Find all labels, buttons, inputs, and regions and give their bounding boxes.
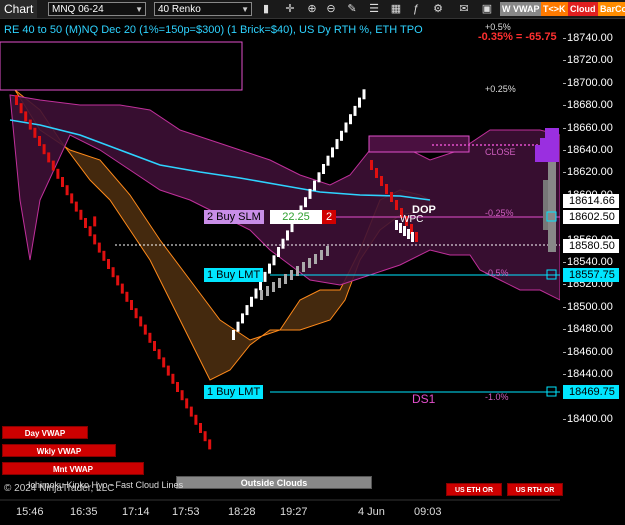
x-tick-label: 4 Jun — [358, 506, 385, 518]
x-tick-label: 09:03 — [414, 506, 442, 518]
ds1-annotation: DS1 — [412, 392, 435, 406]
zone-box-right — [369, 136, 469, 152]
pct-level: -1.0% — [485, 392, 509, 402]
screenshot-icon[interactable]: ▣ — [480, 2, 494, 16]
x-tick-label: 18:28 — [228, 506, 256, 518]
y-tick-label: 18440.00 — [567, 368, 623, 380]
properties-icon[interactable]: ✉ — [457, 2, 471, 16]
zoom-in-icon[interactable]: ⊕ — [305, 2, 319, 16]
zone-box-top — [0, 42, 242, 90]
y-tick-label: 18700.00 — [567, 77, 623, 89]
daily-change: -0.35% = -65.75 — [478, 31, 557, 43]
kumo-cloud-magenta — [10, 95, 560, 300]
y-tick-label: 18720.00 — [567, 54, 623, 66]
ichimoku-label: Ichimoku Kinko Hyo - Fast Cloud Lines — [28, 480, 183, 490]
buy-slm-qty-badge[interactable]: 2 — [322, 210, 336, 224]
y-tick-label: 18540.00 — [567, 256, 623, 268]
chart-trader-icon[interactable]: ▦ — [389, 2, 403, 16]
x-tick-label: 17:14 — [122, 506, 150, 518]
y-tick-label: 18740.00 — [567, 32, 623, 44]
zoom-out-icon[interactable]: ⊖ — [324, 2, 338, 16]
chevron-down-icon: ▼ — [135, 3, 143, 17]
price-marker: 18469.75 — [563, 385, 619, 399]
instrument-value: MNQ 06-24 — [52, 4, 104, 15]
x-tick-label: 19:27 — [280, 506, 308, 518]
buy-slm-order-label[interactable]: 2 Buy SLM — [204, 210, 264, 224]
layers-icon[interactable]: ☰ — [367, 2, 381, 16]
price-marker: 18602.50 — [563, 210, 619, 224]
mnt-vwap-button[interactable]: Mnt VWAP — [2, 462, 144, 475]
us-rth-or-button[interactable]: US RTH OR — [507, 483, 563, 496]
cloud-button[interactable]: Cloud — [568, 2, 598, 16]
us-eth-or-button[interactable]: US ETH OR — [446, 483, 502, 496]
x-tick-label: 15:46 — [16, 506, 44, 518]
chevron-down-icon: ▼ — [241, 3, 249, 17]
price-marker: 18580.50 — [563, 239, 619, 253]
pct-level: +0.25% — [485, 84, 516, 94]
price-marker: 18614.66 — [563, 194, 619, 208]
x-tick-label: 17:53 — [172, 506, 200, 518]
wpc-annotation: WPC — [400, 214, 423, 225]
y-tick-label: 18640.00 — [567, 144, 623, 156]
pct-level: -0.5% — [485, 268, 509, 278]
y-tick-label: 18460.00 — [567, 346, 623, 358]
price-marker: 18557.75 — [563, 268, 619, 282]
day-vwap-button[interactable]: Day VWAP — [2, 426, 88, 439]
barcolor-button[interactable]: BarCo — [598, 2, 625, 16]
buy-lmt-order-label-1[interactable]: 1 Buy LMT — [204, 268, 263, 282]
crosshair-icon[interactable]: ✛ — [283, 2, 297, 16]
outside-clouds-button[interactable]: Outside Clouds — [176, 476, 372, 489]
tk-button[interactable]: T<>K — [541, 2, 568, 16]
w-vwap-button[interactable]: W VWAP — [500, 2, 542, 16]
chart-info-line: RE 40 to 50 (M)NQ Dec 20 (1%=150p=$300) … — [4, 24, 423, 36]
x-tick-label: 16:35 — [70, 506, 98, 518]
buy-lmt-order-label-2[interactable]: 1 Buy LMT — [204, 385, 263, 399]
buy-slm-price-input[interactable]: 22.25 — [270, 210, 322, 224]
bar-type-value: 40 Renko — [158, 4, 201, 15]
close-label: CLOSE — [485, 147, 516, 157]
chart-toolbar: Chart MNQ 06-24 ▼ 40 Renko ▼ ▮ ✛ ⊕ ⊖ ✎ ☰ ▦… — [0, 0, 625, 19]
indicators-icon[interactable]: ƒ — [409, 2, 423, 16]
y-tick-label: 18400.00 — [567, 413, 623, 425]
bar-type-selector[interactable]: 40 Renko ▼ — [154, 2, 252, 16]
strategies-icon[interactable]: ⚙ — [431, 2, 445, 16]
y-tick-label: 18480.00 — [567, 323, 623, 335]
bars-icon[interactable]: ▮ — [259, 2, 273, 16]
y-tick-label: 18660.00 — [567, 122, 623, 134]
drawing-tools-icon[interactable]: ✎ — [345, 2, 359, 16]
y-tick-label: 18620.00 — [567, 166, 623, 178]
instrument-selector[interactable]: MNQ 06-24 ▼ — [48, 2, 146, 16]
pct-level: -0.25% — [485, 208, 514, 218]
tab-chart[interactable]: Chart — [0, 0, 37, 18]
y-tick-label: 18680.00 — [567, 99, 623, 111]
y-tick-label: 18500.00 — [567, 301, 623, 313]
wkly-vwap-button[interactable]: Wkly VWAP — [2, 444, 116, 457]
